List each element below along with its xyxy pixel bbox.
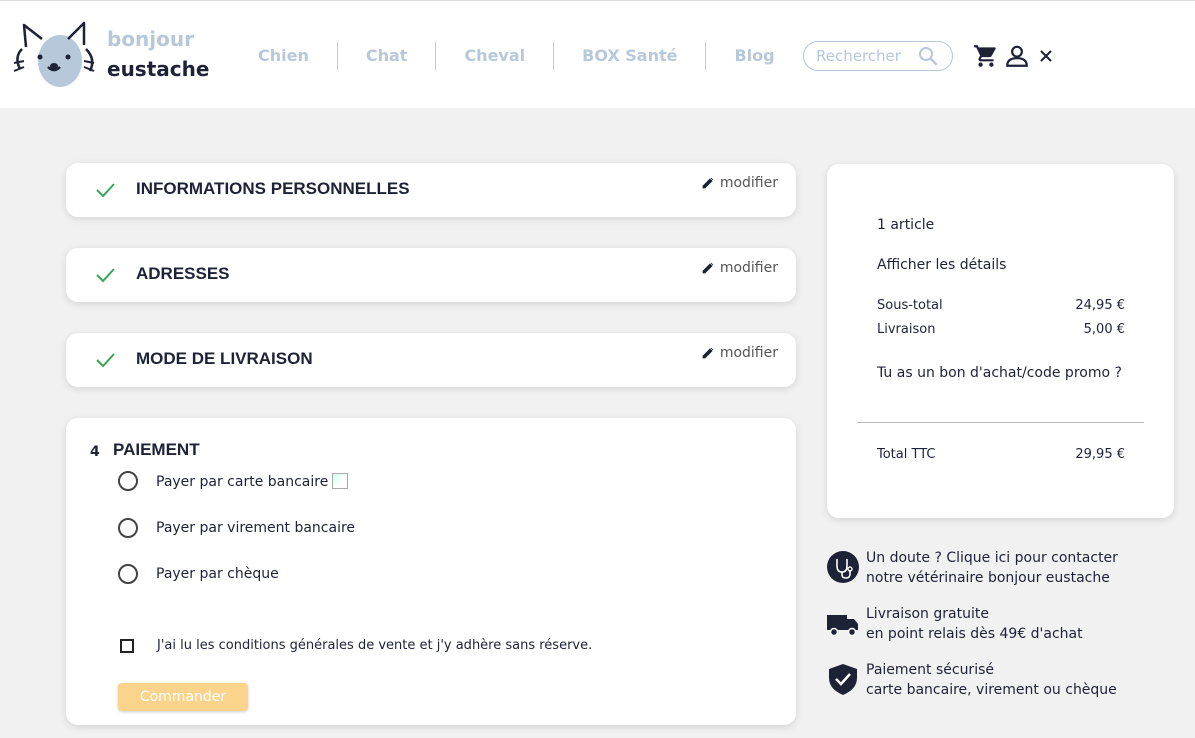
user-icon [1006, 45, 1028, 67]
logo-link[interactable]: bonjour eustache [12, 19, 212, 93]
modify-link[interactable]: modifier [702, 175, 778, 191]
nav-item-chat[interactable]: Chat [338, 42, 436, 70]
checkmark-icon [96, 183, 115, 198]
payment-option-card[interactable]: Payer par carte bancaire [118, 469, 349, 493]
option-label: Payer par virement bancaire [156, 520, 356, 536]
radio-button[interactable] [118, 564, 138, 584]
pencil-icon [702, 177, 714, 189]
checkmark-icon [96, 353, 115, 368]
shipping-value: 5,00 € [1083, 322, 1125, 337]
info-text: Livraison gratuite en point relais dès 4… [866, 606, 1083, 642]
free-shipping-info: Livraison gratuite en point relais dès 4… [826, 604, 1083, 644]
step-payment: 4 PAIEMENT Payer par carte bancaire Paye… [66, 418, 796, 725]
modify-link[interactable]: modifier [702, 260, 778, 276]
nav-item-box-sante[interactable]: BOX Santé [554, 42, 705, 70]
cart-icon [974, 45, 996, 67]
search-box [803, 41, 953, 71]
info-text: Un doute ? Clique ici pour contacter not… [866, 550, 1118, 586]
order-button[interactable]: Commander [118, 683, 248, 711]
logo-text-eustache: eustache [107, 57, 210, 81]
pencil-icon [702, 262, 714, 274]
modify-label: modifier [719, 175, 778, 191]
subtotal-label: Sous-total [877, 298, 943, 313]
fox-logo-icon [13, 21, 95, 87]
checkmark-icon [96, 268, 115, 283]
secure-payment-info: Paiement sécurisé carte bancaire, vireme… [826, 660, 1117, 700]
payment-option-transfer[interactable]: Payer par virement bancaire [118, 516, 355, 540]
step-title: ADRESSES [136, 264, 230, 283]
subtotal-value: 24,95 € [1075, 298, 1125, 313]
promo-code-link[interactable]: Tu as un bon d'achat/code promo ? [877, 365, 1122, 381]
step-personal-info: INFORMATIONS PERSONNELLES modifier [66, 163, 796, 217]
modify-label: modifier [719, 260, 778, 276]
option-label: Payer par carte bancaire [156, 472, 349, 490]
nav-item-blog[interactable]: Blog [706, 42, 802, 70]
item-count: 1 article [877, 217, 935, 233]
radio-button[interactable] [118, 471, 138, 491]
step-number: 4 [90, 444, 100, 460]
main-nav: Chien Chat Cheval BOX Santé Blog [230, 41, 803, 71]
step-title: INFORMATIONS PERSONNELLES [136, 179, 410, 198]
terms-label: J'ai lu les conditions générales de vent… [157, 638, 593, 653]
total-label: Total TTC [877, 447, 936, 462]
option-label: Payer par chèque [156, 566, 279, 582]
show-details-link[interactable]: Afficher les détails [877, 257, 1006, 273]
cart-button[interactable] [973, 43, 999, 69]
subtotal-row: Sous-total 24,95 € [877, 298, 1125, 313]
step-title: PAIEMENT [113, 440, 200, 459]
search-input[interactable] [816, 46, 921, 66]
search-icon[interactable] [918, 46, 938, 66]
close-icon [1040, 50, 1052, 62]
order-summary: 1 article Afficher les détails Sous-tota… [827, 164, 1174, 518]
logo-text-bonjour: bonjour [107, 27, 194, 51]
shield-check-icon [829, 664, 857, 695]
pencil-icon [702, 347, 714, 359]
shipping-label: Livraison [877, 322, 936, 337]
total-row: Total TTC 29,95 € [877, 447, 1125, 462]
summary-divider [857, 422, 1144, 423]
modify-label: modifier [719, 345, 778, 361]
step-delivery-mode: MODE DE LIVRAISON modifier [66, 333, 796, 387]
nav-item-chien[interactable]: Chien [230, 42, 337, 70]
modify-link[interactable]: modifier [702, 345, 778, 361]
step-addresses: ADRESSES modifier [66, 248, 796, 302]
site-header: bonjour eustache Chien Chat Cheval BOX S… [0, 0, 1195, 108]
payment-option-cheque[interactable]: Payer par chèque [118, 562, 279, 586]
close-button[interactable] [1033, 43, 1059, 69]
radio-button[interactable] [118, 518, 138, 538]
terms-checkbox[interactable] [120, 638, 134, 653]
shipping-row: Livraison 5,00 € [877, 322, 1125, 337]
nav-item-cheval[interactable]: Cheval [436, 42, 553, 70]
stethoscope-icon [827, 551, 859, 583]
terms-row: J'ai lu les conditions générales de vent… [120, 638, 592, 653]
total-value: 29,95 € [1075, 447, 1125, 462]
card-logo-image [332, 472, 349, 489]
vet-contact-link[interactable]: Un doute ? Clique ici pour contacter not… [826, 548, 1118, 588]
account-button[interactable] [1004, 43, 1030, 69]
step-title: MODE DE LIVRAISON [136, 349, 313, 368]
truck-icon [827, 615, 858, 637]
info-text: Paiement sécurisé carte bancaire, vireme… [866, 662, 1117, 698]
